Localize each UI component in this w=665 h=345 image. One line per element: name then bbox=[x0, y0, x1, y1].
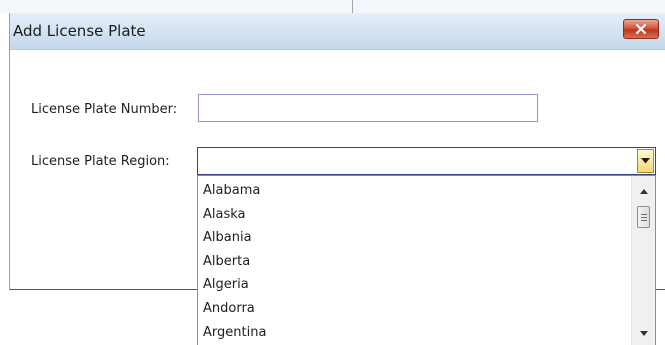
background-window-strip bbox=[0, 0, 665, 13]
grip-line bbox=[640, 219, 647, 221]
arrow-up-icon bbox=[639, 188, 648, 194]
list-item[interactable]: Andorra bbox=[198, 297, 630, 321]
list-item[interactable]: Algeria bbox=[198, 273, 630, 297]
arrow-down-icon bbox=[639, 330, 648, 336]
dialog-title: Add License Plate bbox=[13, 22, 146, 40]
scroll-thumb[interactable] bbox=[637, 206, 650, 228]
dropdown-arrow-button[interactable] bbox=[637, 149, 654, 173]
chevron-down-icon bbox=[641, 158, 650, 164]
dropdown-scrollbar[interactable] bbox=[631, 176, 655, 345]
region-dropdown-list[interactable]: Alabama Alaska Albania Alberta Algeria A… bbox=[197, 175, 656, 345]
dialog-titlebar[interactable]: Add License Plate bbox=[10, 13, 665, 50]
list-item[interactable]: Albania bbox=[198, 226, 630, 250]
close-button[interactable] bbox=[623, 19, 659, 39]
plate-region-combobox[interactable] bbox=[197, 147, 656, 175]
grip-line bbox=[640, 213, 647, 215]
plate-region-label: License Plate Region: bbox=[31, 154, 170, 169]
list-item[interactable]: Alaska bbox=[198, 203, 630, 227]
scroll-up-button[interactable] bbox=[632, 182, 655, 200]
list-item[interactable]: Alabama bbox=[198, 179, 630, 203]
grip-line bbox=[640, 216, 647, 218]
list-item[interactable]: Argentina bbox=[198, 321, 630, 345]
plate-number-input[interactable] bbox=[198, 94, 538, 122]
scroll-down-button[interactable] bbox=[632, 324, 655, 342]
plate-number-label: License Plate Number: bbox=[31, 102, 178, 117]
region-options: Alabama Alaska Albania Alberta Algeria A… bbox=[198, 179, 630, 344]
background-divider bbox=[352, 0, 353, 13]
close-icon bbox=[635, 24, 647, 34]
screen: Add License Plate License Plate Number: … bbox=[0, 0, 665, 345]
list-item[interactable]: Alberta bbox=[198, 250, 630, 274]
